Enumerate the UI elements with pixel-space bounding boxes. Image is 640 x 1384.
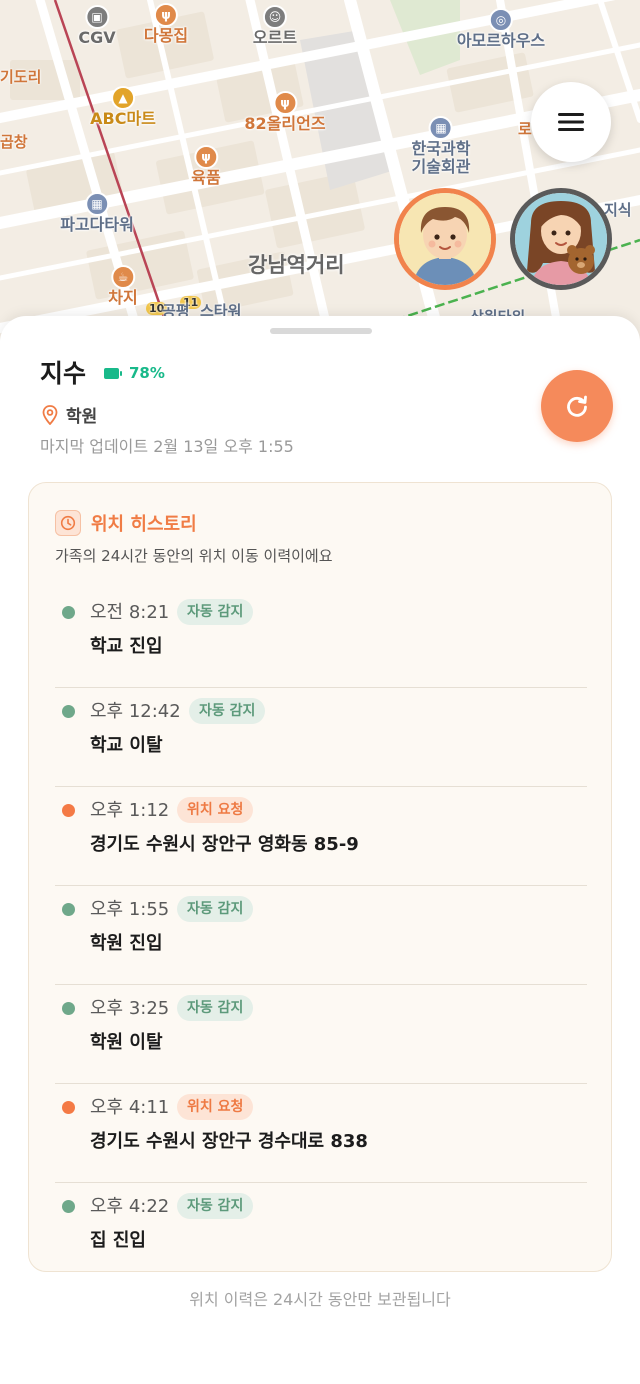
map-edge-label: 기도리 (0, 68, 42, 86)
map-view[interactable]: ▣ CGV ψ 다몽집 ☺ 오르트 ◎ 아모르하우스 ▲ ABC마트 ψ 82올… (0, 0, 640, 340)
battery-status: 78% (104, 364, 165, 382)
history-list: 오전 8:21 자동 감지 학교 진입 오후 12:42 자동 감지 학교 이탈… (55, 589, 587, 1282)
history-item[interactable]: 오후 4:11 위치 요청 경기도 수원시 장안구 경수대로 838 (55, 1084, 587, 1183)
poi-pagoda-tower[interactable]: ▦ 파고다타워 (60, 192, 134, 234)
refresh-button[interactable] (541, 370, 613, 442)
history-badge: 자동 감지 (177, 1193, 254, 1219)
poi-label: 한국과학 기술회관 (411, 139, 471, 177)
history-item[interactable]: 오후 4:22 자동 감지 집 진입 (55, 1183, 587, 1282)
poi-label: 육품 (191, 168, 221, 187)
boy-avatar[interactable] (394, 188, 496, 290)
poi-abc-mart[interactable]: ▲ ABC마트 (90, 86, 156, 128)
battery-icon (104, 367, 122, 379)
district-label: 강남역거리 (248, 253, 345, 277)
status-dot (62, 705, 75, 718)
poi-label: ABC마트 (90, 109, 156, 128)
poi-label: 파고다타워 (60, 215, 134, 234)
poi-label: 다몽집 (143, 26, 189, 45)
history-time: 오후 4:22 (90, 1196, 170, 1217)
history-badge: 위치 요청 (177, 797, 254, 823)
poi-damongjip[interactable]: ψ 다몽집 (144, 3, 188, 45)
history-item[interactable]: 오후 1:12 위치 요청 경기도 수원시 장안구 영화동 85-9 (55, 787, 587, 886)
history-time: 오후 12:42 (90, 701, 181, 722)
history-item[interactable]: 오후 1:55 자동 감지 학원 진입 (55, 886, 587, 985)
poi-label: 오르트 (252, 28, 298, 47)
drag-handle[interactable] (270, 328, 372, 334)
boy-avatar-illustration (399, 193, 491, 285)
refresh-icon (567, 395, 587, 417)
status-dot (62, 903, 75, 916)
status-dot (62, 1101, 75, 1114)
location-history-card: 위치 히스토리 가족의 24시간 동안의 위치 이동 이력이에요 오전 8:21… (28, 482, 612, 1272)
status-dot (62, 606, 75, 619)
poi-amor-house[interactable]: ◎ 아모르하우스 (457, 8, 545, 50)
hamburger-menu-icon (558, 113, 584, 131)
history-badge: 자동 감지 (177, 896, 254, 922)
girl-with-teddy-avatar[interactable] (510, 188, 612, 290)
restaurant-icon: ψ (153, 3, 178, 27)
history-title: 위치 히스토리 (91, 514, 197, 535)
shopping-bag-icon: ▲ (110, 86, 135, 110)
cinema-icon: ▣ (84, 5, 109, 29)
battery-level: 78% (129, 364, 165, 382)
history-event: 집 진입 (90, 1230, 146, 1251)
map-edge-label: 로 (518, 120, 532, 138)
clock-icon (55, 510, 81, 536)
poi-label: 아모르하우스 (456, 31, 546, 50)
poi-chaji[interactable]: ☕ 차지 (108, 265, 138, 307)
location-pin-icon (42, 404, 58, 425)
status-dot (62, 1200, 75, 1213)
history-time: 오후 1:55 (90, 899, 170, 920)
map-background (0, 0, 640, 340)
ring-icon: ◎ (488, 8, 513, 32)
status-dot (62, 804, 75, 817)
history-time: 오후 1:12 (90, 800, 170, 821)
last-updated-text: 마지막 업데이트 2월 13일 오후 1:55 (40, 437, 294, 456)
girl-avatar-illustration (515, 193, 607, 285)
retention-notice: 위치 이력은 24시간 동안만 보관됩니다 (189, 1290, 451, 1309)
restaurant-icon: ψ (273, 91, 297, 115)
restaurant-icon: ψ (193, 145, 218, 169)
status-dot (62, 1002, 75, 1015)
menu-button[interactable] (531, 82, 611, 162)
history-item[interactable]: 오후 12:42 자동 감지 학교 이탈 (55, 688, 587, 787)
poi-label: CGV (78, 28, 116, 47)
building-icon: ▦ (428, 116, 453, 140)
history-event: 학원 이탈 (90, 1032, 163, 1053)
history-header: 위치 히스토리 (55, 510, 197, 536)
history-event: 학원 진입 (90, 933, 163, 954)
history-event: 경기도 수원시 장안구 경수대로 838 (90, 1131, 368, 1152)
face-icon: ☺ (262, 5, 287, 29)
history-item[interactable]: 오후 3:25 자동 감지 학원 이탈 (55, 985, 587, 1084)
building-icon: ▦ (84, 192, 109, 216)
poi-label: 82올리언즈 (244, 114, 326, 133)
poi-yukpum[interactable]: ψ 육품 (191, 145, 221, 187)
history-item[interactable]: 오전 8:21 자동 감지 학교 진입 (55, 589, 587, 688)
poi-cgv[interactable]: ▣ CGV (78, 5, 116, 47)
poi-ort[interactable]: ☺ 오르트 (253, 5, 297, 47)
history-event: 학교 진입 (90, 636, 163, 657)
member-name: 지수 (40, 359, 87, 388)
member-bottom-sheet: 지수 78% 학원 마지막 업데이트 2월 13일 오후 1:55 위치 히스토… (0, 316, 640, 1384)
poi-label: 차지 (108, 288, 138, 307)
history-event: 학교 이탈 (90, 735, 163, 756)
poi-82-orleans[interactable]: ψ 82올리언즈 (244, 91, 326, 133)
history-badge: 위치 요청 (177, 1094, 254, 1120)
map-edge-label: 지식 (604, 201, 632, 219)
history-event: 경기도 수원시 장안구 영화동 85-9 (90, 834, 359, 855)
history-time: 오전 8:21 (90, 602, 170, 623)
cafe-icon: ☕ (110, 265, 135, 289)
history-time: 오후 3:25 (90, 998, 170, 1019)
current-place: 학원 (42, 402, 97, 427)
history-subtitle: 가족의 24시간 동안의 위치 이동 이력이에요 (55, 547, 333, 565)
poi-science-hall[interactable]: ▦ 한국과학 기술회관 (411, 116, 471, 177)
history-badge: 자동 감지 (177, 995, 254, 1021)
history-time: 오후 4:11 (90, 1097, 170, 1118)
current-place-label: 학원 (66, 407, 98, 427)
history-badge: 자동 감지 (189, 698, 266, 724)
history-badge: 자동 감지 (177, 599, 254, 625)
map-edge-label: 곱창 (0, 133, 28, 151)
